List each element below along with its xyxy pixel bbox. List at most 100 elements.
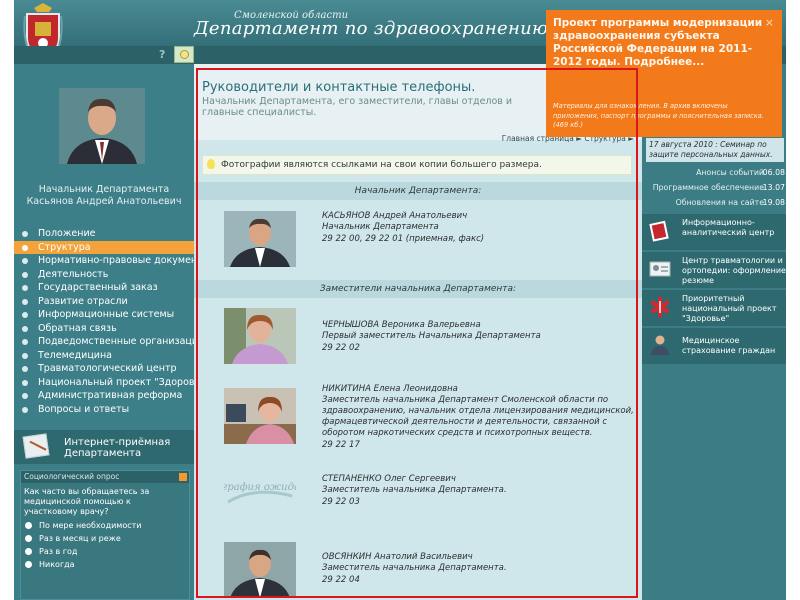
person-info: ОВСЯНКИН Анатолий Васильевич Заместитель…: [322, 552, 634, 586]
envelope-pen-icon: [22, 433, 50, 459]
stat-row[interactable]: Анонсы событий 06.08: [646, 166, 786, 179]
radio-icon[interactable]: [25, 522, 32, 529]
radio-icon[interactable]: [25, 548, 32, 555]
menu-item-struktura[interactable]: Структура: [14, 240, 194, 254]
person-name: НИКИТИНА Елена Леонидовна: [322, 384, 458, 394]
poll-option[interactable]: По мере необходимости: [21, 519, 189, 532]
person-photo-placeholder[interactable]: Фотография ожидается: [224, 466, 296, 522]
medical-star-icon: [650, 297, 670, 317]
person-info: КАСЬЯНОВ Андрей Анатольевич Начальник Де…: [322, 211, 634, 245]
reception-label: Интернет-приёмная Департамента: [64, 437, 171, 459]
poll-option[interactable]: Раз в год: [21, 545, 189, 558]
person-photo-image: [224, 388, 296, 444]
link-label: Информационно-аналитический центр: [682, 218, 775, 237]
person-photo[interactable]: [224, 388, 296, 444]
person-position: Первый заместитель Начальника Департамен…: [322, 331, 541, 341]
stat-row[interactable]: Обновления на сайте 19.08: [646, 196, 786, 209]
radio-icon[interactable]: [25, 561, 32, 568]
person-card: Фотография ожидается СТЕПАНЕНКО Олег Сер…: [194, 466, 642, 544]
person-name: СТЕПАНЕНКО Олег Сергеевич: [322, 474, 456, 484]
photo-note: Фотографии являются ссылками на свои коп…: [202, 155, 632, 175]
person-phone: 29 22 17: [322, 440, 360, 450]
poll-question: Как часто вы обращаетесь за медицинской …: [24, 487, 150, 516]
menu-item-natsproekt-zdorovie[interactable]: Национальный проект "Здоровье": [14, 376, 210, 390]
poll-option[interactable]: Раз в месяц и реже: [21, 532, 189, 545]
section-deputies-title: Заместители начальника Департамента:: [194, 280, 642, 298]
person-info: СТЕПАНЕНКО Олег Сергеевич Заместитель на…: [322, 474, 634, 508]
poll-heading: Социологический опрос: [21, 471, 189, 483]
link-traumatology-center[interactable]: Центр травматологии и ортопедии: оформле…: [642, 252, 786, 288]
stat-label: Обновления на сайте: [675, 198, 764, 207]
left-sidebar: Начальник Департамента Касьянов Андрей А…: [14, 64, 210, 600]
menu-item-informatsionnye-sistemy[interactable]: Информационные системы: [14, 308, 194, 322]
poll-option[interactable]: Никогда: [21, 558, 189, 571]
person-photo-image: [224, 542, 296, 598]
link-label: Медицинское страхование граждан: [682, 336, 776, 355]
menu-item-polozhenie[interactable]: Положение: [14, 227, 194, 241]
stat-label: Программное обеспечение: [652, 183, 764, 192]
popup-description[interactable]: Материалы для ознакомления. В архив вклю…: [553, 102, 767, 131]
stat-row[interactable]: Программное обеспечение 13.07: [646, 181, 786, 194]
menu-item-podvedomstvennye[interactable]: Подведомственные организации: [14, 335, 204, 349]
close-icon[interactable]: ×: [765, 16, 774, 29]
menu-item-admreforma[interactable]: Административная реформа: [14, 389, 194, 403]
link-label: Центр травматологии и ортопедии: оформле…: [682, 256, 786, 285]
person-card: КАСЬЯНОВ Андрей Анатольевич Начальник Де…: [194, 211, 642, 289]
person-photo[interactable]: [224, 308, 296, 364]
person-name: КАСЬЯНОВ Андрей Анатольевич: [322, 211, 468, 221]
person-position: Заместитель начальника Департамента.: [322, 563, 507, 573]
note-text: Фотографии являются ссылками на свои коп…: [221, 160, 542, 170]
news-item[interactable]: 17 августа 2010 : Семинар по защите перс…: [646, 138, 784, 162]
section-head-title: Начальник Департамента:: [194, 182, 642, 200]
header-department-title[interactable]: Департамент по здравоохранению: [194, 18, 548, 39]
menu-item-obratnaya-svyaz[interactable]: Обратная связь: [14, 322, 194, 336]
person-name: ОВСЯНКИН Анатолий Васильевич: [322, 552, 473, 562]
person-photo[interactable]: [224, 211, 296, 267]
link-medical-insurance[interactable]: Медицинское страхование граждан: [642, 328, 786, 364]
person-info: ЧЕРНЫШОВА Вероника Валерьевна Первый зам…: [322, 320, 634, 354]
menu-item-travmatologicheskiy-tsentr[interactable]: Травматологический центр: [14, 362, 194, 376]
person-photo-image: [224, 211, 296, 267]
chief-photo[interactable]: [59, 88, 145, 164]
menu-item-goszakaz[interactable]: Государственный заказ: [14, 281, 194, 295]
person-card: ЧЕРНЫШОВА Вероника Валерьевна Первый зам…: [194, 308, 642, 386]
main-content: Руководители и контактные телефоны. Нача…: [194, 64, 642, 600]
minimize-icon[interactable]: [179, 473, 187, 481]
person-position: Заместитель начальника Департамент Смоле…: [322, 395, 634, 438]
person-position: Начальник Департамента: [322, 222, 439, 232]
person-phone: 29 22 02: [322, 343, 360, 353]
home-icon[interactable]: [174, 46, 194, 63]
menu-item-voprosy-otvety[interactable]: Вопросы и ответы: [14, 403, 194, 417]
radio-icon[interactable]: [25, 535, 32, 542]
person-photo[interactable]: [224, 542, 296, 598]
right-sidebar: 17 августа 2010 : Семинар по защите перс…: [642, 64, 786, 600]
lightbulb-icon: [207, 159, 215, 169]
internet-reception-link[interactable]: Интернет-приёмная Департамента: [14, 430, 194, 464]
person-info: НИКИТИНА Елена Леонидовна Заместитель на…: [322, 384, 634, 451]
stat-value: 13.07: [762, 183, 785, 192]
person-phone: 29 22 00, 29 22 01 (приемная, факс): [322, 234, 485, 244]
menu-item-normativnye-dokumenty[interactable]: Нормативно-правовые документы: [14, 254, 210, 268]
portrait-image: [59, 88, 145, 164]
link-info-analytic-center[interactable]: Информационно-аналитический центр: [642, 214, 786, 250]
person-phone: 29 22 04: [322, 575, 360, 585]
page-subtitle: Начальник Департамента, его заместители,…: [202, 96, 513, 118]
stat-value: 06.08: [762, 168, 785, 177]
person-card: НИКИТИНА Елена Леонидовна Заместитель на…: [194, 384, 642, 462]
promo-popup[interactable]: Проект программы модернизации здравоохра…: [546, 10, 782, 137]
stat-label: Анонсы событий: [696, 168, 764, 177]
poll-widget: Социологический опрос Как часто вы обращ…: [20, 470, 190, 600]
stat-value: 19.08: [762, 198, 785, 207]
menu-item-deyatelnost[interactable]: Деятельность: [14, 268, 194, 282]
person-name: ЧЕРНЫШОВА Вероника Валерьевна: [322, 320, 481, 330]
book-icon: [649, 220, 669, 242]
popup-title[interactable]: Проект программы модернизации здравоохра…: [553, 17, 763, 69]
id-card-icon: [649, 261, 671, 277]
menu-item-telemeditsina[interactable]: Телемедицина: [14, 349, 194, 363]
person-photo-image: [224, 308, 296, 364]
link-label: Приоритетный национальный проект "Здоров…: [682, 294, 777, 323]
photo-placeholder-image: Фотография ожидается: [224, 482, 296, 504]
help-icon[interactable]: ?: [159, 48, 165, 61]
menu-item-razvitie-otrasli[interactable]: Развитие отрасли: [14, 295, 194, 309]
link-natsproekt-zdorovie[interactable]: Приоритетный национальный проект "Здоров…: [642, 290, 786, 326]
